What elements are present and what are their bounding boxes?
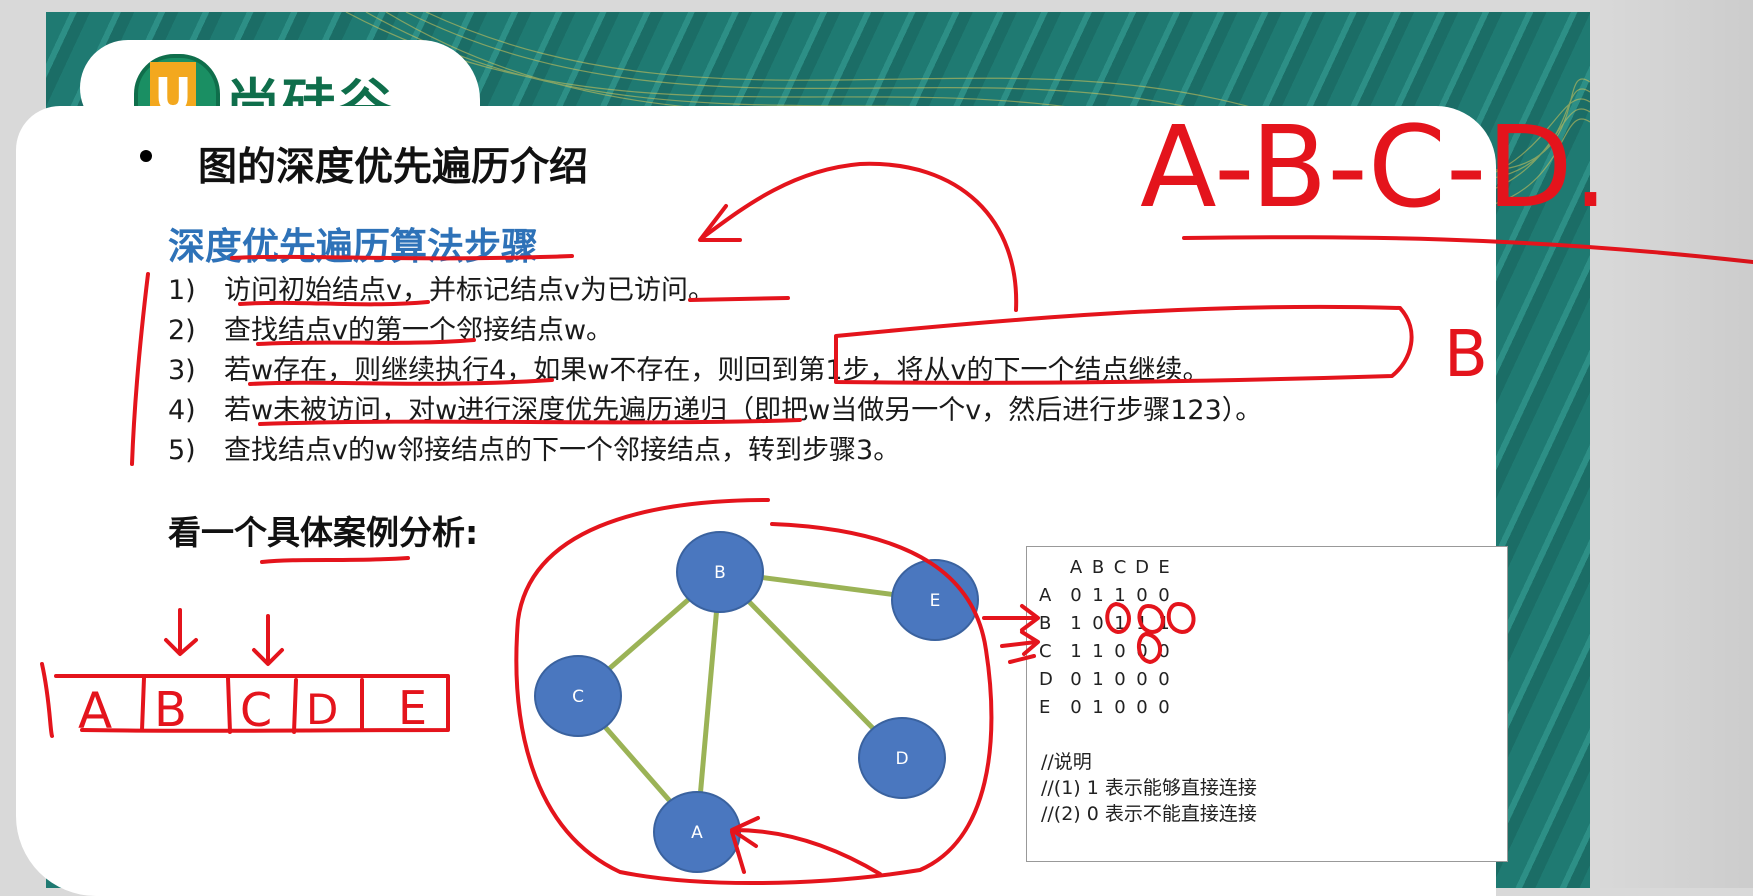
matrix-col-header: A <box>1069 557 1083 578</box>
matrix-col-header: C <box>1113 557 1127 578</box>
matrix-header: ABCDE <box>1065 557 1175 578</box>
graph-node-label: C <box>572 687 584 707</box>
matrix-col-header: B <box>1091 557 1105 578</box>
matrix-cell: 0 <box>1158 585 1170 606</box>
matrix-cell: 1 <box>1158 613 1170 634</box>
matrix-cell: 0 <box>1158 669 1170 690</box>
matrix-cell: 0 <box>1136 585 1148 606</box>
matrix-col-header: D <box>1135 557 1149 578</box>
matrix-cell: 1 <box>1092 641 1104 662</box>
graph-node-label: E <box>930 591 941 611</box>
matrix-row: A01100 <box>1039 585 1175 606</box>
matrix-cell: 0 <box>1070 669 1082 690</box>
matrix-cell: 0 <box>1136 697 1148 718</box>
matrix-row-label: D <box>1039 669 1053 690</box>
graph-nodes: B E C D A <box>534 531 979 873</box>
matrix-note-1: //(1) 1 表示能够直接连接 <box>1041 777 1257 799</box>
matrix-row-label: A <box>1039 585 1052 606</box>
matrix-cell: 1 <box>1092 585 1104 606</box>
matrix-cell: 0 <box>1114 669 1126 690</box>
matrix-note-heading: //说明 <box>1041 751 1092 773</box>
matrix-cell: 0 <box>1092 613 1104 634</box>
matrix-cell: 0 <box>1158 641 1170 662</box>
matrix-cell: 1 <box>1092 697 1104 718</box>
matrix-row-label: B <box>1039 613 1052 634</box>
matrix-cell: 1 <box>1114 613 1126 634</box>
matrix-col-header: E <box>1158 557 1170 578</box>
adjacency-matrix: ABCDE A01100 B10111 C11000 D01000 E01000… <box>1026 546 1508 862</box>
matrix-cell: 0 <box>1114 641 1126 662</box>
matrix-cell: 0 <box>1136 641 1148 662</box>
graph-node-label: B <box>714 563 726 583</box>
matrix-row: C11000 <box>1039 641 1175 662</box>
matrix-row: B10111 <box>1039 613 1175 634</box>
matrix-cell: 1 <box>1070 613 1082 634</box>
matrix-note-2: //(2) 0 表示不能直接连接 <box>1041 803 1257 825</box>
matrix-cell: 0 <box>1070 585 1082 606</box>
graph-node-label: A <box>691 823 703 843</box>
matrix-row: E01000 <box>1039 697 1175 718</box>
matrix-cell: 0 <box>1158 697 1170 718</box>
matrix-row-label: E <box>1039 697 1051 718</box>
matrix-row-label: C <box>1039 641 1052 662</box>
matrix-row: D01000 <box>1039 669 1175 690</box>
matrix-cell: 0 <box>1136 669 1148 690</box>
matrix-cell: 1 <box>1114 585 1126 606</box>
matrix-cell: 1 <box>1092 669 1104 690</box>
matrix-cell: 1 <box>1136 613 1148 634</box>
matrix-cell: 1 <box>1070 641 1082 662</box>
matrix-cell: 0 <box>1114 697 1126 718</box>
graph-node-label: D <box>895 749 908 769</box>
right-edge-shadow <box>1593 0 1753 888</box>
matrix-cell: 0 <box>1070 697 1082 718</box>
